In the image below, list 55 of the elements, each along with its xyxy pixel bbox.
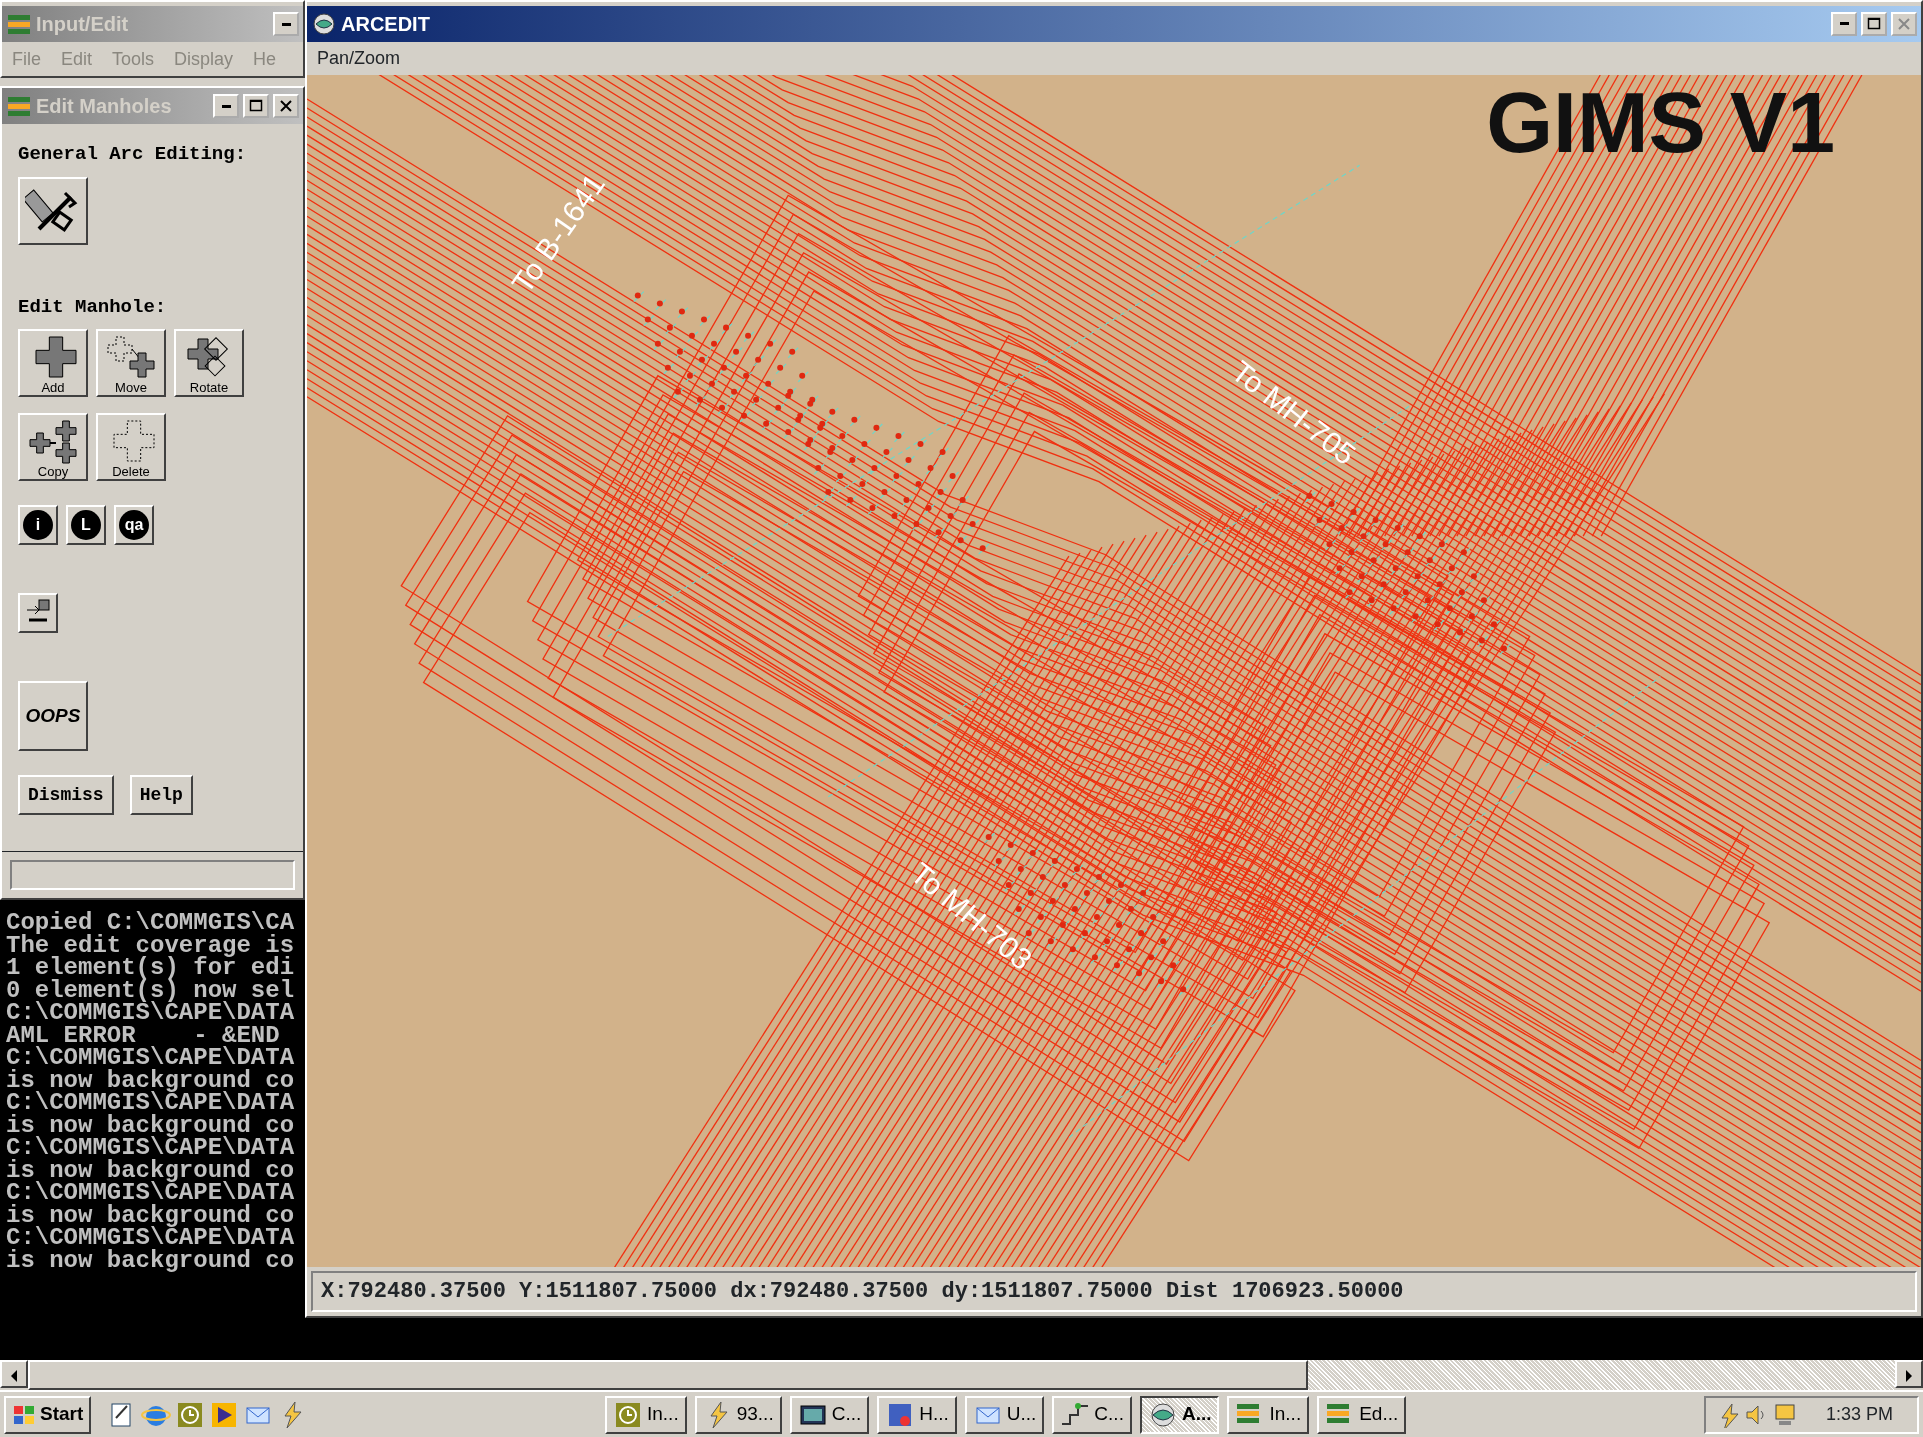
cross-icon: [28, 419, 78, 465]
clock-text: 1:33 PM: [1825, 1403, 1893, 1426]
minimize-icon: [221, 104, 231, 108]
taskbar-button[interactable]: C...: [1052, 1395, 1132, 1434]
taskbar-button[interactable]: In...: [605, 1395, 687, 1434]
scroll-thumb[interactable]: [28, 1360, 1308, 1390]
dialog-button[interactable]: Dismiss: [18, 775, 114, 815]
info-button[interactable]: L: [66, 505, 106, 545]
close-icon: [279, 99, 293, 113]
tool-button[interactable]: Add: [18, 329, 88, 397]
input-field[interactable]: [10, 860, 295, 890]
taskbar-button[interactable]: U...: [964, 1395, 1045, 1434]
taskbar-button[interactable]: 93...: [694, 1395, 782, 1434]
taskbar-button[interactable]: In...: [1227, 1395, 1310, 1434]
arc-editing-button[interactable]: [18, 176, 88, 245]
section-heading: General Arc Editing:: [18, 142, 248, 167]
maximize-button[interactable]: [1861, 11, 1887, 36]
taskbar-button[interactable]: A...: [1139, 1395, 1220, 1434]
info-button[interactable]: i: [18, 505, 58, 545]
tool-button[interactable]: Delete: [96, 413, 166, 481]
minimize-button[interactable]: [273, 12, 299, 36]
console-output: Copied C:\COMMGIS\CA The edit coverage is 1 element(s) for edi 0 element(s) now sel C:\COMMGIS\CAPE\DATA AML ERROR - &END C:\COMMGIS\CAPE\DATA is now background co C:\COMMGIS\CAPE\DATA is now background co C:\COMMGIS\CAPE\DATA is now background co C:\COMMGIS\CAPE\DATA is now background co C:\COMMGIS\CAPE\DATA is now background co: [0, 900, 305, 1360]
window-title: Edit Manholes: [36, 94, 173, 119]
maximize-button[interactable]: [243, 94, 269, 118]
scroll-right-button[interactable]: [1895, 1360, 1923, 1388]
window-title: Input/Edit: [36, 12, 130, 37]
dialog-button[interactable]: Help: [129, 775, 193, 815]
cross-icon: [106, 335, 156, 381]
maximize-icon: [1867, 16, 1881, 31]
minimize-icon: [281, 22, 291, 26]
left-arrow-icon: [9, 1370, 19, 1383]
oops-button[interactable]: OOPS: [18, 681, 88, 751]
taskbar-button[interactable]: Ed...: [1317, 1395, 1407, 1434]
window-title: ARCEDIT: [341, 11, 431, 37]
start-button[interactable]: Start: [4, 1395, 92, 1434]
info-button[interactable]: qa: [114, 505, 154, 545]
scroll-left-button[interactable]: [0, 1360, 28, 1388]
tool-button[interactable]: Copy: [18, 413, 88, 481]
taskbar-button[interactable]: C...: [789, 1395, 870, 1434]
app-icon: [311, 10, 337, 37]
right-arrow-icon: [1904, 1370, 1914, 1383]
menu-item[interactable]: Pan/Zoom: [307, 45, 411, 72]
section-heading: Edit Manhole:: [18, 294, 168, 320]
angle-button[interactable]: [18, 593, 58, 633]
close-icon: [1897, 16, 1911, 31]
maximize-icon: [249, 99, 263, 113]
minimize-button[interactable]: [213, 94, 239, 118]
tool-button[interactable]: Rotate: [174, 329, 244, 397]
minimize-button[interactable]: [1831, 11, 1857, 36]
taskbar-button[interactable]: H...: [877, 1395, 957, 1434]
minimize-icon: [1839, 22, 1849, 26]
status-text: X:792480.37500 Y:1511807.75000 dx:792480.37500 dy:1511807.75000 Dist 1706923.50000: [320, 1278, 1405, 1306]
close-button[interactable]: [273, 94, 299, 118]
scroll-bar[interactable]: [0, 1360, 1923, 1390]
tool-button[interactable]: Move: [96, 329, 166, 397]
